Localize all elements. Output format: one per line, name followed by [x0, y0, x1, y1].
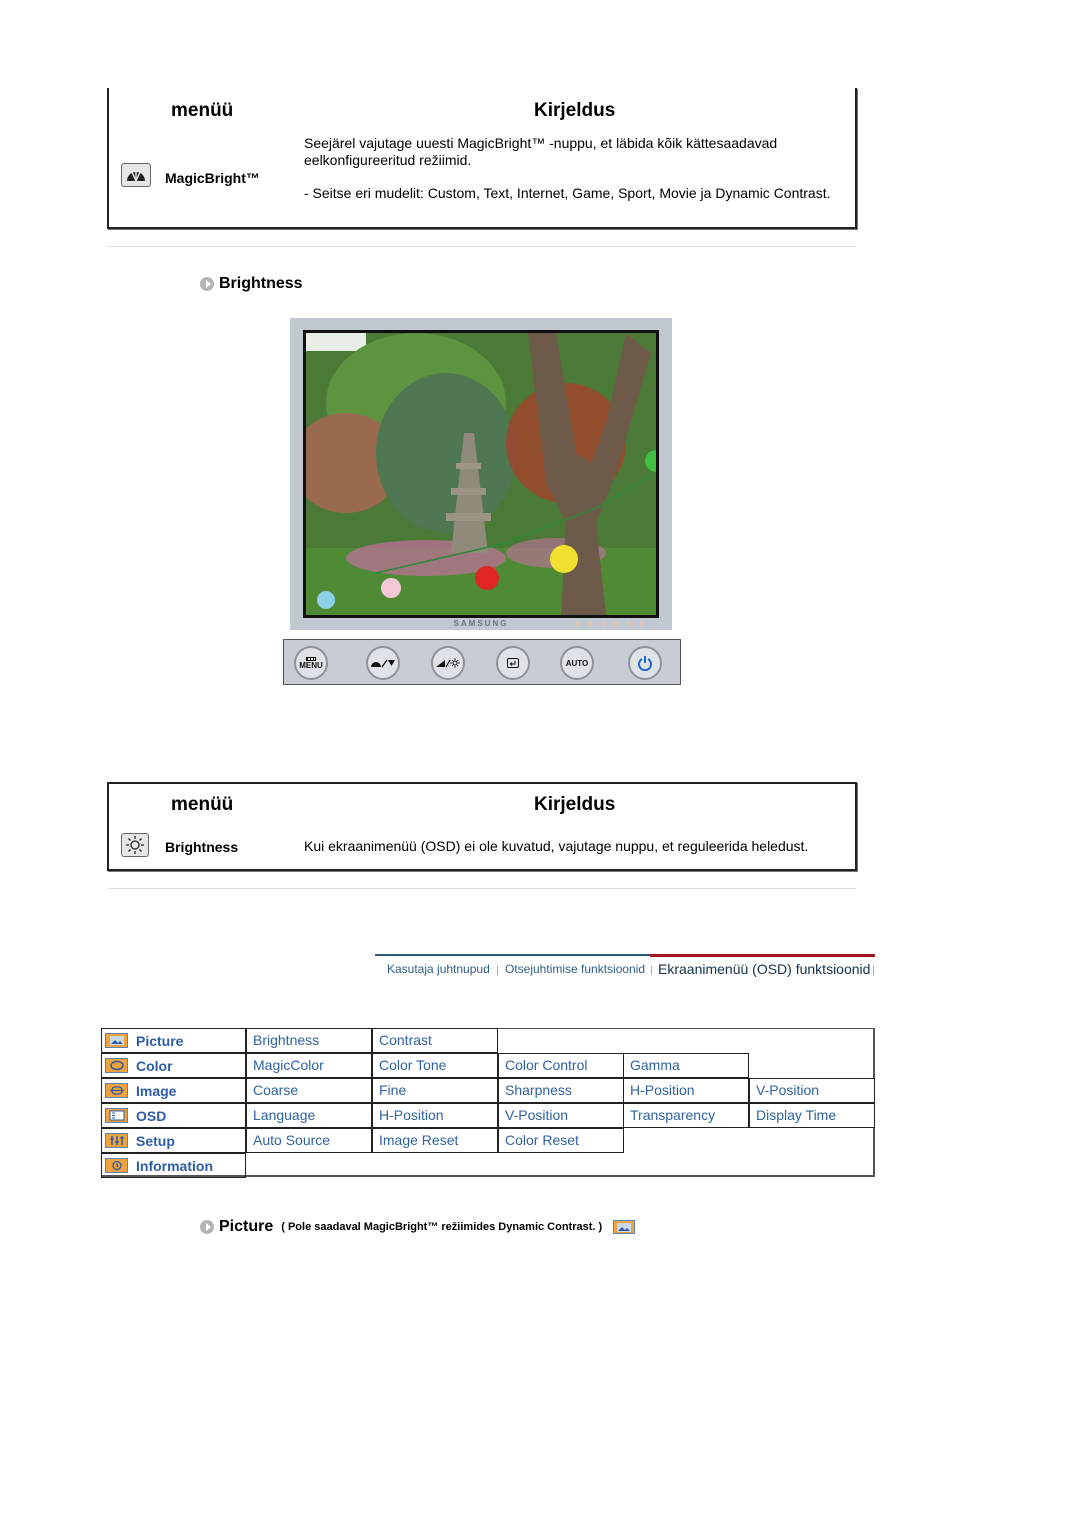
osd-menu-image[interactable]: Image: [101, 1078, 246, 1103]
information-icon: [105, 1158, 128, 1173]
osd-menu-information[interactable]: Information: [101, 1153, 246, 1178]
magicbright-label: MagicBright™: [165, 170, 260, 186]
brightness-section-title: Brightness: [200, 275, 303, 293]
osd-icon: [105, 1108, 128, 1123]
monitor-screen-photo: [303, 330, 659, 618]
color-icon: [105, 1058, 128, 1073]
magicbright-down-icon: [371, 659, 395, 668]
osd-item-sharpness[interactable]: Sharpness: [498, 1078, 624, 1103]
picture-icon: [105, 1033, 128, 1048]
osd-item-coarse[interactable]: Coarse: [246, 1078, 372, 1103]
brightness-up-button[interactable]: [431, 646, 465, 680]
tab-separator: [497, 966, 498, 975]
auto-button-label: AUTO: [565, 658, 589, 668]
osd-item-v-position[interactable]: V-Position: [749, 1078, 875, 1103]
osd-item-fine[interactable]: Fine: [372, 1078, 498, 1103]
picture-section-title: Picture ( Pole saadaval MagicBright™ rež…: [200, 1218, 636, 1236]
sun-icon: [121, 833, 149, 857]
picture-note-text: ( Pole saadaval MagicBright™ režiimides …: [281, 1221, 603, 1233]
osd-item-osd-h-position[interactable]: H-Position: [372, 1103, 498, 1128]
osd-item-display-time[interactable]: Display Time: [749, 1103, 875, 1128]
brightness-title-text: Brightness: [219, 275, 303, 292]
magicbright-description-table: menüü Kirjeldus MagicBright™ Seejärel va…: [107, 88, 857, 229]
setup-icon: [105, 1133, 128, 1148]
brightness-description: Kui ekraanimenüü (OSD) ei ole kuvatud, v…: [304, 838, 809, 854]
tab-separator: [873, 966, 874, 975]
picture-icon: [613, 1220, 636, 1234]
osd-item-language[interactable]: Language: [246, 1103, 372, 1128]
header-description: Kirjeldus: [534, 794, 616, 815]
divider: [108, 246, 856, 247]
osd-menu-osd[interactable]: OSD: [101, 1103, 246, 1128]
header-menu: menüü: [171, 794, 234, 815]
arrow-bullet-icon: [200, 277, 214, 291]
menu-button[interactable]: MENU: [294, 646, 328, 680]
tab-user-controls[interactable]: Kasutaja juhtnupud: [387, 962, 490, 976]
monitor-illustration: SAMSUNG: [290, 318, 672, 630]
monitor-button-panel: MENU AUTO: [283, 639, 681, 685]
osd-item-gamma[interactable]: Gamma: [623, 1053, 749, 1078]
enter-icon: [507, 658, 519, 668]
header-description: Kirjeldus: [534, 100, 616, 121]
osd-item-h-position[interactable]: H-Position: [623, 1078, 749, 1103]
menu-label: Color: [136, 1057, 173, 1074]
menu-label: Picture: [136, 1032, 184, 1049]
tab-underline: [375, 954, 650, 956]
osd-menu-picture[interactable]: Picture: [101, 1028, 246, 1053]
auto-button[interactable]: AUTO: [560, 646, 594, 680]
osd-menu-setup[interactable]: Setup: [101, 1128, 246, 1153]
active-tab-indicator: [650, 954, 875, 957]
brightness-description-table: menüü Kirjeldus Brightness Kui ekraanime…: [107, 782, 857, 871]
menu-button-label: MENU: [299, 660, 323, 670]
menu-label: OSD: [136, 1107, 167, 1124]
menu-label: Setup: [136, 1132, 175, 1149]
garden-photo: [306, 333, 656, 615]
osd-item-transparency[interactable]: Transparency: [623, 1103, 749, 1128]
image-icon: [105, 1083, 128, 1098]
osd-item-contrast[interactable]: Contrast: [372, 1028, 498, 1053]
arrow-bullet-icon: [200, 1220, 214, 1234]
menu-label: Information: [136, 1157, 213, 1174]
tab-osd-functions[interactable]: Ekraanimenüü (OSD) funktsioonid: [658, 961, 870, 977]
osd-item-auto-source[interactable]: Auto Source: [246, 1128, 372, 1153]
osd-item-magiccolor[interactable]: MagicColor: [246, 1053, 372, 1078]
osd-item-color-control[interactable]: Color Control: [498, 1053, 624, 1078]
osd-item-image-reset[interactable]: Image Reset: [372, 1128, 498, 1153]
section-tabs: Kasutaja juhtnupud Otsejuhtimise funktsi…: [375, 954, 875, 984]
enter-button[interactable]: [496, 646, 530, 680]
osd-item-color-tone[interactable]: Color Tone: [372, 1053, 498, 1078]
header-menu: menüü: [171, 100, 234, 121]
picture-title-text: Picture: [219, 1218, 274, 1235]
brightness-up-icon: [436, 658, 460, 668]
osd-menu-color[interactable]: Color: [101, 1053, 246, 1078]
osd-item-osd-v-position[interactable]: V-Position: [498, 1103, 624, 1128]
front-button-leds: [575, 621, 644, 627]
power-button[interactable]: [628, 646, 662, 680]
magicbright-description-2: - Seitse eri mudelit: Custom, Text, Inte…: [304, 185, 831, 201]
brightness-label: Brightness: [165, 839, 239, 855]
tab-separator: [651, 966, 652, 975]
menu-label: Image: [136, 1082, 177, 1099]
magicbright-icon: [121, 163, 151, 187]
magicbright-description-1: Seejärel vajutage uuesti MagicBright™ -n…: [304, 135, 778, 168]
divider: [108, 888, 856, 889]
osd-item-color-reset[interactable]: Color Reset: [498, 1128, 624, 1153]
osd-item-brightness[interactable]: Brightness: [246, 1028, 372, 1053]
magicbright-down-button[interactable]: [366, 646, 400, 680]
power-icon: [638, 656, 652, 671]
tab-direct-functions[interactable]: Otsejuhtimise funktsioonid: [505, 962, 645, 976]
